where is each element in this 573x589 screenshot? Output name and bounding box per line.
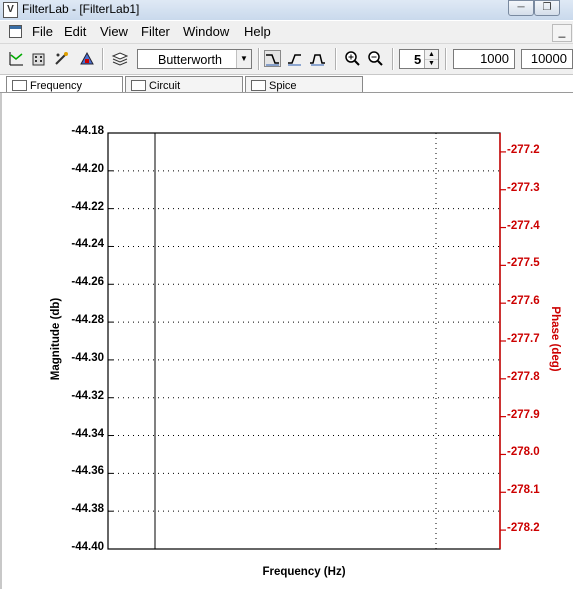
magnitude-tick-label: -44.36 <box>71 465 104 478</box>
phase-tick-label: -278.1 <box>507 484 540 497</box>
phase-axis-title: Phase (deg) <box>549 306 561 372</box>
phase-tick-label: -278.0 <box>507 446 540 459</box>
phase-tick-label: -277.3 <box>507 181 540 194</box>
frequency-plot[interactable] <box>0 0 573 589</box>
phase-tick-label: -277.8 <box>507 370 540 383</box>
phase-tick-label: -278.2 <box>507 522 540 535</box>
plot-area <box>107 132 501 550</box>
phase-tick-label: -277.5 <box>507 257 540 270</box>
magnitude-tick-label: -44.40 <box>71 541 104 553</box>
magnitude-tick-label: -44.22 <box>71 200 104 213</box>
phase-tick-label: -277.2 <box>507 143 540 156</box>
phase-tick-label: -277.9 <box>507 408 540 421</box>
magnitude-tick-label: -44.32 <box>71 389 104 402</box>
phase-tick-label: -277.4 <box>507 219 540 232</box>
magnitude-axis-title: Magnitude (db) <box>50 297 62 381</box>
magnitude-tick-label: -44.20 <box>71 162 104 175</box>
phase-tick-label: -277.6 <box>507 295 540 308</box>
magnitude-tick-label: -44.24 <box>71 238 104 251</box>
magnitude-tick-label: -44.38 <box>71 503 104 516</box>
magnitude-tick-label: -44.34 <box>71 427 104 440</box>
magnitude-tick-label: -44.26 <box>71 276 104 289</box>
frequency-axis-title: Frequency (Hz) <box>262 566 346 578</box>
magnitude-tick-label: -44.18 <box>71 125 104 137</box>
phase-tick-label: -277.7 <box>507 333 540 345</box>
